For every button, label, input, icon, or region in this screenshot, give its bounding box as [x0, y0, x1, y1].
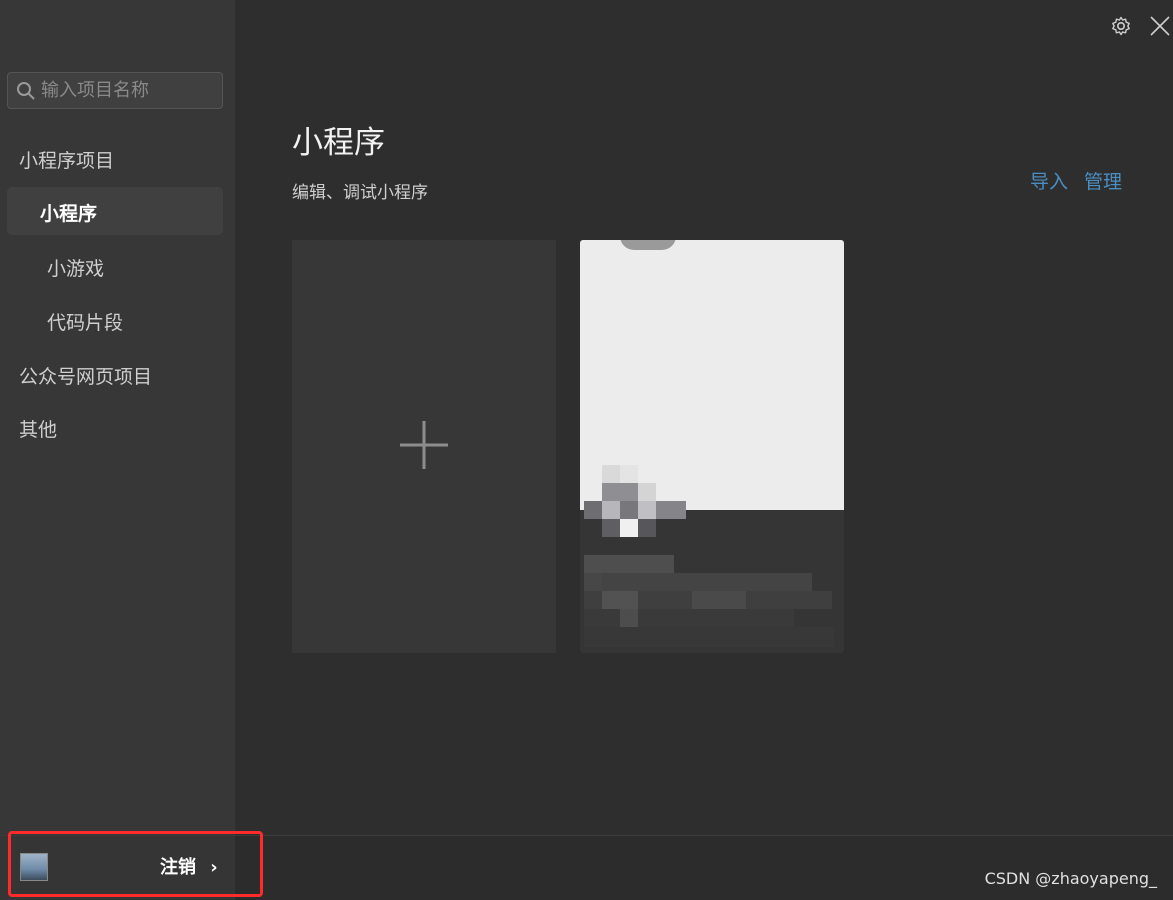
plus-icon — [400, 421, 448, 469]
watermark: CSDN @zhaoyapeng_ — [984, 869, 1157, 888]
sidebar-group-other[interactable]: 其他 — [19, 415, 57, 442]
sidebar: 小程序项目 小程序 小游戏 代码片段 公众号网页项目 其他 — [0, 0, 235, 835]
page-subtitle: 编辑、调试小程序 — [292, 183, 428, 203]
gear-icon[interactable] — [1111, 16, 1131, 36]
new-project-card[interactable] — [292, 240, 556, 653]
import-link[interactable]: 导入 — [1030, 167, 1068, 194]
sidebar-group-miniprogram-projects[interactable]: 小程序项目 — [19, 146, 114, 173]
manage-link[interactable]: 管理 — [1084, 167, 1122, 194]
sidebar-item-miniprogram[interactable]: 小程序 — [40, 199, 97, 226]
main-panel: 小程序 编辑、调试小程序 导入 管理 — [235, 0, 1173, 835]
sidebar-item-minigame[interactable]: 小游戏 — [47, 254, 104, 281]
highlight-box — [8, 831, 263, 897]
sidebar-group-official-account-web[interactable]: 公众号网页项目 — [19, 362, 152, 389]
close-icon[interactable] — [1148, 14, 1172, 38]
search-input[interactable] — [41, 73, 216, 108]
search-box[interactable] — [7, 72, 223, 109]
sidebar-item-code-snippets[interactable]: 代码片段 — [47, 308, 123, 335]
project-avatar — [620, 240, 676, 250]
search-icon — [17, 82, 35, 100]
project-card[interactable] — [580, 240, 844, 653]
page-title: 小程序 — [292, 125, 385, 161]
